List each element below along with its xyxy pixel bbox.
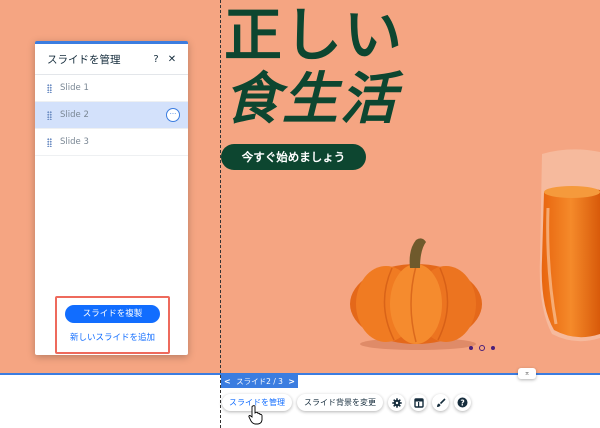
help-icon[interactable]: ? — [148, 54, 164, 65]
duplicate-slide-button[interactable]: スライドを複製 — [65, 305, 160, 323]
hero-headline[interactable]: 正しい 食生活 — [224, 2, 404, 130]
panel-title: スライドを管理 — [47, 53, 121, 66]
hand-pointer-cursor-icon — [248, 405, 263, 425]
settings-gear-icon[interactable] — [388, 394, 405, 411]
headline-line-1: 正しい — [224, 1, 405, 69]
manage-slides-panel: スライドを管理 ? ✕ Slide 1 Slide 2 ··· Slide 3 … — [35, 41, 188, 355]
headline-line-2: 食生活 — [224, 66, 398, 132]
cta-button[interactable]: 今すぐ始めましょう — [221, 144, 366, 170]
collapse-section-icon[interactable]: ⌅ — [518, 368, 536, 379]
drag-handle-icon[interactable] — [47, 137, 52, 147]
panel-header: スライドを管理 ? ✕ — [35, 44, 188, 75]
vertical-guide-line — [220, 0, 221, 428]
close-icon[interactable]: ✕ — [164, 54, 180, 65]
drag-handle-icon[interactable] — [47, 83, 52, 93]
help-circle-icon[interactable]: ? — [454, 394, 471, 411]
slide-label: Slide 1 — [60, 83, 89, 93]
slide-label: Slide 2 — [60, 110, 89, 120]
next-slide-icon[interactable]: > — [288, 375, 295, 388]
slide-dot-2[interactable] — [479, 345, 485, 351]
prev-slide-icon[interactable]: < — [224, 375, 231, 388]
slide-label: Slide 3 — [60, 137, 89, 147]
slide-list-item-2[interactable]: Slide 2 ··· — [35, 102, 188, 129]
slide-list-item-1[interactable]: Slide 1 — [35, 75, 188, 102]
design-brush-icon[interactable] — [432, 394, 449, 411]
section-boundary-line — [0, 373, 600, 375]
slide-dots — [469, 345, 495, 351]
more-actions-icon[interactable]: ··· — [166, 108, 180, 122]
drag-handle-icon[interactable] — [47, 110, 52, 120]
highlighted-actions-box: スライドを複製 新しいスライドを追加 — [55, 296, 170, 354]
slide-dot-1[interactable] — [469, 346, 473, 350]
slide-navigator: < スライド2 / 3 > — [221, 375, 298, 388]
layout-icon[interactable] — [410, 394, 427, 411]
change-slide-background-button[interactable]: スライド背景を変更 — [297, 394, 383, 411]
slide-dot-3[interactable] — [491, 346, 495, 350]
svg-text:?: ? — [460, 398, 464, 407]
slide-position-label: スライド2 / 3 — [236, 377, 283, 386]
add-new-slide-link[interactable]: 新しいスライドを追加 — [57, 331, 168, 343]
slide-list-item-3[interactable]: Slide 3 — [35, 129, 188, 156]
juice-glass-image — [539, 149, 600, 342]
pumpkin-image — [350, 238, 482, 350]
